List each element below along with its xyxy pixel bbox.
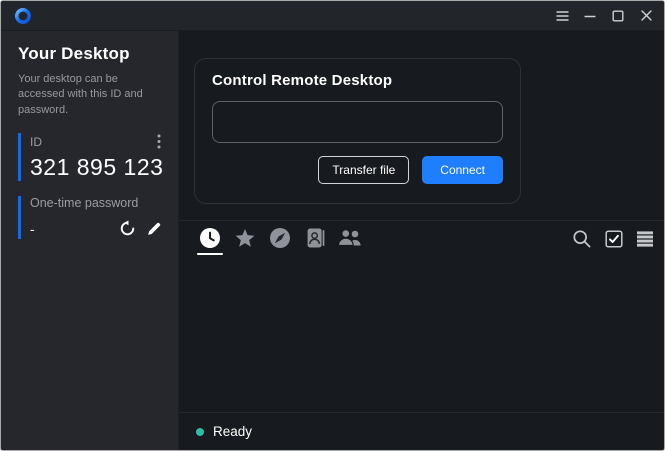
list-view-icon[interactable] <box>636 230 654 248</box>
password-value: - <box>30 221 119 237</box>
password-label: One-time password <box>30 196 165 210</box>
search-icon[interactable] <box>572 229 592 249</box>
connection-status-text: Ready <box>213 424 252 439</box>
hamburger-menu-icon[interactable] <box>548 1 576 30</box>
rustdesk-logo-icon <box>14 7 32 25</box>
tab-underline <box>232 253 258 255</box>
statusbar: Ready <box>179 412 664 450</box>
maximize-icon[interactable] <box>604 1 632 30</box>
refresh-icon[interactable] <box>119 220 136 237</box>
connect-button[interactable]: Connect <box>422 156 503 184</box>
tab-favorites[interactable] <box>233 227 257 255</box>
connection-status-dot <box>196 428 204 436</box>
tab-address-book[interactable] <box>303 227 327 255</box>
close-icon[interactable] <box>632 1 660 30</box>
compass-icon <box>269 227 291 249</box>
kebab-menu-icon[interactable] <box>153 133 165 150</box>
titlebar[interactable] <box>1 1 664 31</box>
desktop-id-value[interactable]: 321 895 123 <box>30 154 165 181</box>
your-desktop-panel: Your Desktop Your desktop can be accesse… <box>1 31 179 450</box>
app-window: Your Desktop Your desktop can be accesse… <box>0 0 665 451</box>
star-icon <box>234 227 256 249</box>
edit-pencil-icon[interactable] <box>147 221 162 236</box>
tab-underline <box>197 253 223 255</box>
tab-underline <box>337 253 363 255</box>
session-list-empty-area <box>179 259 664 412</box>
tab-group[interactable] <box>338 227 362 255</box>
remote-id-input[interactable] <box>212 101 503 143</box>
address-book-icon <box>305 227 326 249</box>
tab-recent-sessions[interactable] <box>198 227 222 255</box>
tab-underline <box>302 253 328 255</box>
tab-discovered[interactable] <box>268 227 292 255</box>
checkbox-checked-icon[interactable] <box>605 230 623 248</box>
sidebar-description: Your desktop can be accessed with this I… <box>18 72 165 118</box>
clock-icon <box>199 227 221 249</box>
tab-underline <box>267 253 293 255</box>
card-title: Control Remote Desktop <box>212 72 503 89</box>
control-remote-desktop-card: Control Remote Desktop Transfer file Con… <box>194 58 521 204</box>
group-icon <box>337 227 363 249</box>
sidebar-title: Your Desktop <box>18 44 165 64</box>
main-panel: Control Remote Desktop Transfer file Con… <box>179 31 664 450</box>
id-section: ID 321 895 123 <box>18 133 165 181</box>
transfer-file-button[interactable]: Transfer file <box>318 156 409 184</box>
one-time-password-section: One-time password - <box>18 196 165 239</box>
id-label: ID <box>30 135 42 149</box>
session-tabbar <box>179 220 664 259</box>
minimize-icon[interactable] <box>576 1 604 30</box>
